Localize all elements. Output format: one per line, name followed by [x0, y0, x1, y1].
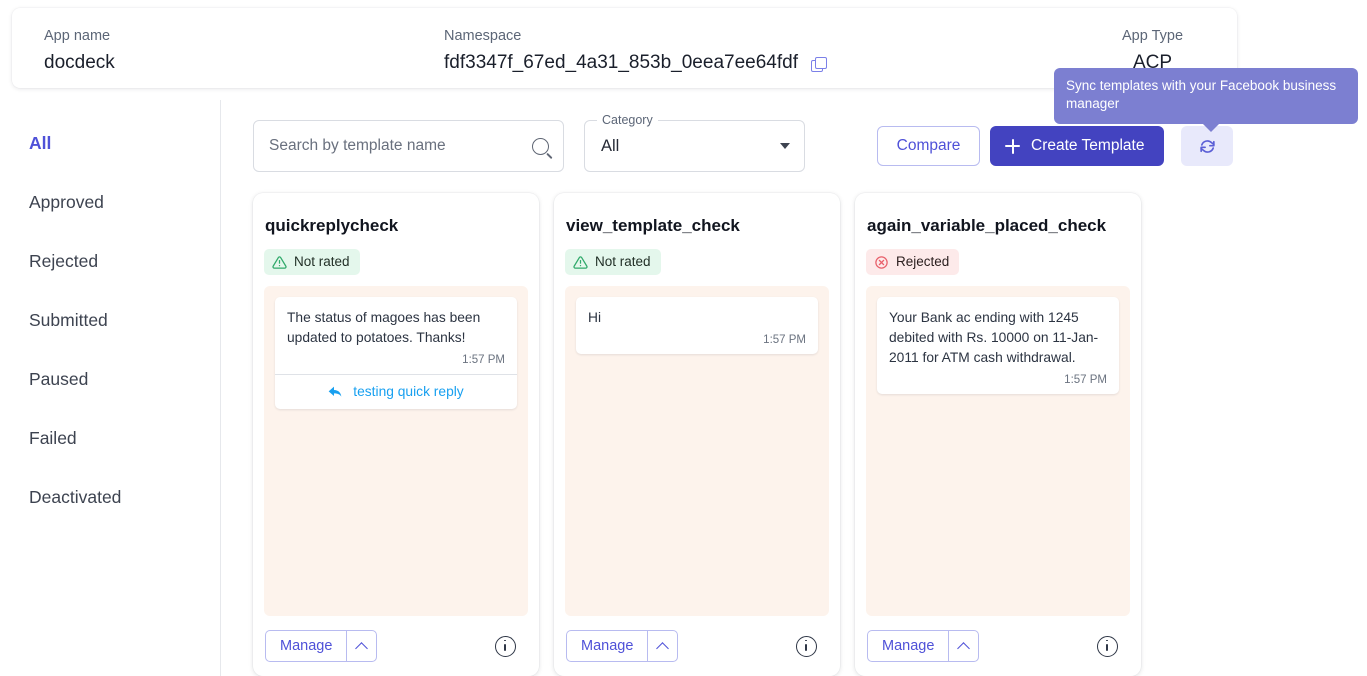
plus-icon: [1005, 138, 1020, 154]
warning-triangle-icon: [272, 255, 287, 269]
status-badge: Rejected: [866, 249, 960, 275]
app-name-value: docdeck: [44, 52, 115, 73]
status-badge-label: Rejected: [896, 254, 950, 269]
template-card-footer: Manage: [866, 616, 1130, 676]
templates-toolbar: Category All Compare Create Template: [253, 113, 1353, 172]
message-bubble: The status of magoes has been updated to…: [275, 297, 517, 409]
sidebar-item-rejected[interactable]: Rejected: [0, 249, 220, 308]
manage-button[interactable]: Manage: [867, 630, 949, 662]
message-time: 1:57 PM: [1064, 374, 1107, 386]
info-circle-icon[interactable]: [495, 635, 516, 657]
manage-button[interactable]: Manage: [265, 630, 347, 662]
template-manager-page: App name docdeck Namespace fdf3347f_67ed…: [0, 0, 1367, 676]
status-badge-label: Not rated: [595, 254, 651, 269]
chevron-up-icon: [656, 641, 670, 655]
warning-triangle-icon: [573, 255, 588, 269]
search-input-wrapper[interactable]: [253, 120, 564, 172]
message-bubble-body: Hi 1:57 PM: [576, 297, 818, 354]
template-card: quickreplycheck Not rated The status of ma…: [253, 193, 539, 676]
sidebar-item-approved[interactable]: Approved: [0, 190, 220, 249]
compare-button[interactable]: Compare: [877, 126, 980, 166]
namespace-value: fdf3347f_67ed_4a31_853b_0eea7ee64fdf: [444, 52, 798, 73]
sidebar-item-all[interactable]: All: [0, 131, 220, 190]
create-template-button[interactable]: Create Template: [990, 126, 1165, 166]
template-card: again_variable_placed_check Rejected Your …: [855, 193, 1141, 676]
namespace-value-row: fdf3347f_67ed_4a31_853b_0eea7ee64fdf: [444, 50, 827, 76]
manage-button[interactable]: Manage: [566, 630, 648, 662]
namespace-field: Namespace fdf3347f_67ed_4a31_853b_0eea7e…: [444, 26, 827, 76]
sidebar-item-failed[interactable]: Failed: [0, 426, 220, 485]
app-type-label: App Type: [1122, 28, 1184, 44]
status-badge-label: Not rated: [294, 254, 350, 269]
manage-dropdown-toggle[interactable]: [346, 630, 378, 662]
status-badge: Not rated: [565, 249, 661, 275]
message-bubble-body: Your Bank ac ending with 1245 debited wi…: [877, 297, 1119, 394]
sidebar-item-paused[interactable]: Paused: [0, 367, 220, 426]
message-text: Hi: [588, 310, 602, 325]
template-title: quickreplycheck: [265, 216, 399, 235]
message-text: The status of magoes has been updated to…: [287, 310, 485, 345]
copy-icon[interactable]: [810, 56, 827, 72]
sidebar-item-submitted[interactable]: Submitted: [0, 308, 220, 367]
manage-button-group: Manage: [566, 630, 679, 662]
template-title: view_template_check: [566, 216, 740, 235]
info-circle-icon[interactable]: [1097, 635, 1118, 657]
reply-arrow-icon: [328, 386, 342, 397]
category-label: Category: [597, 113, 658, 128]
quick-reply-button[interactable]: testing quick reply: [275, 374, 517, 409]
template-title: again_variable_placed_check: [867, 216, 1107, 235]
app-name-label: App name: [44, 28, 111, 44]
create-template-label: Create Template: [1031, 137, 1145, 154]
chevron-down-icon[interactable]: [780, 143, 790, 149]
info-circle-icon[interactable]: [796, 635, 817, 657]
category-select[interactable]: Category All: [584, 113, 805, 172]
chevron-up-icon: [957, 641, 971, 655]
manage-dropdown-toggle[interactable]: [948, 630, 980, 662]
app-name-field: App name docdeck: [44, 26, 115, 76]
sync-templates-button[interactable]: [1181, 126, 1233, 166]
message-time: 1:57 PM: [462, 354, 505, 366]
quick-reply-label: testing quick reply: [353, 384, 464, 399]
search-input[interactable]: [269, 137, 532, 155]
message-bubble: Hi 1:57 PM: [576, 297, 818, 354]
message-bubble: Your Bank ac ending with 1245 debited wi…: [877, 297, 1119, 394]
sidebar-item-deactivated[interactable]: Deactivated: [0, 485, 220, 544]
manage-button-group: Manage: [867, 630, 980, 662]
template-card-footer: Manage: [565, 616, 829, 676]
template-card: view_template_check Not rated Hi 1:57 PM Man…: [554, 193, 840, 676]
template-card-grid: quickreplycheck Not rated The status of ma…: [253, 193, 1141, 676]
template-preview: Your Bank ac ending with 1245 debited wi…: [866, 286, 1130, 616]
rejected-circle-icon: [875, 255, 888, 269]
template-preview: Hi 1:57 PM: [565, 286, 829, 616]
message-bubble-body: The status of magoes has been updated to…: [275, 297, 517, 374]
status-badge: Not rated: [264, 249, 360, 275]
search-icon[interactable]: [532, 137, 549, 155]
message-time: 1:57 PM: [763, 334, 806, 346]
sync-refresh-icon: [1199, 139, 1215, 153]
namespace-label: Namespace: [444, 28, 522, 44]
template-card-footer: Manage: [264, 616, 528, 676]
manage-button-group: Manage: [265, 630, 378, 662]
sync-tooltip: Sync templates with your Facebook busine…: [1054, 68, 1358, 132]
manage-dropdown-toggle[interactable]: [647, 630, 679, 662]
status-filter-sidebar: All Approved Rejected Submitted Paused Failed…: [0, 100, 221, 676]
chevron-up-icon: [355, 641, 369, 655]
template-preview: The status of magoes has been updated to…: [264, 286, 528, 616]
message-text: Your Bank ac ending with 1245 debited wi…: [889, 310, 1099, 365]
category-selected-value: All: [601, 136, 620, 155]
